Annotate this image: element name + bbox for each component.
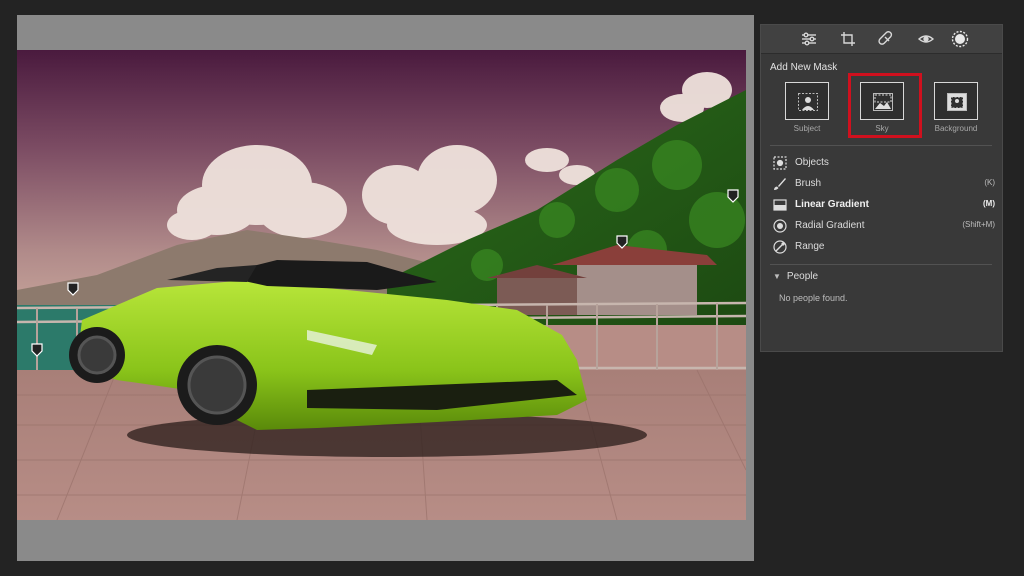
mask-pin[interactable]: [31, 343, 43, 357]
people-empty-message: No people found.: [779, 293, 848, 303]
add-new-mask-title: Add New Mask: [770, 62, 838, 73]
brush-icon: [773, 177, 787, 191]
sliders-icon[interactable]: [800, 30, 818, 48]
linear-gradient-tool[interactable]: Linear Gradient (M): [773, 197, 995, 215]
mask-pin[interactable]: [67, 282, 79, 296]
subject-icon: [798, 93, 818, 111]
linear-gradient-icon: [773, 198, 787, 212]
radial-gradient-tool[interactable]: Radial Gradient (Shift+M): [773, 218, 995, 236]
people-section-header[interactable]: ▼ People: [773, 271, 818, 282]
sky-selection-highlight: [848, 73, 922, 138]
photo-illustration: [17, 50, 746, 520]
mask-pin[interactable]: [616, 235, 628, 249]
linear-gradient-label: Linear Gradient: [795, 199, 869, 210]
masking-panel: Add New Mask Subject Sky Background Obje…: [760, 24, 1003, 352]
masking-icon[interactable]: [951, 30, 969, 48]
red-eye-icon[interactable]: [917, 30, 935, 48]
divider: [770, 264, 992, 265]
brush-label: Brush: [795, 178, 822, 189]
range-label: Range: [795, 241, 825, 252]
subject-label: Subject: [793, 124, 821, 133]
brush-tool[interactable]: Brush (K): [773, 176, 995, 194]
crop-icon[interactable]: [839, 30, 857, 48]
objects-icon: [773, 156, 787, 170]
objects-label: Objects: [795, 157, 829, 168]
radial-gradient-label: Radial Gradient: [795, 220, 865, 231]
background-label: Background: [934, 124, 978, 133]
objects-tool[interactable]: Objects: [773, 155, 995, 173]
linear-gradient-shortcut: (M): [983, 199, 995, 208]
select-subject-button[interactable]: [785, 82, 829, 120]
collapse-triangle-icon: ▼: [773, 272, 781, 281]
background-icon: [947, 93, 967, 111]
radial-gradient-shortcut: (Shift+M): [962, 220, 995, 229]
brush-shortcut: (K): [984, 178, 995, 187]
mask-pin[interactable]: [727, 189, 739, 203]
range-icon: [773, 240, 787, 254]
divider: [770, 145, 992, 146]
people-title: People: [786, 271, 819, 282]
healing-brush-icon[interactable]: [878, 30, 896, 48]
edit-toolbar: [761, 25, 1002, 54]
radial-gradient-icon: [773, 219, 787, 233]
select-background-button[interactable]: [934, 82, 978, 120]
photo-preview[interactable]: [17, 50, 746, 520]
range-tool[interactable]: Range: [773, 239, 995, 257]
canvas-area[interactable]: [17, 15, 754, 561]
